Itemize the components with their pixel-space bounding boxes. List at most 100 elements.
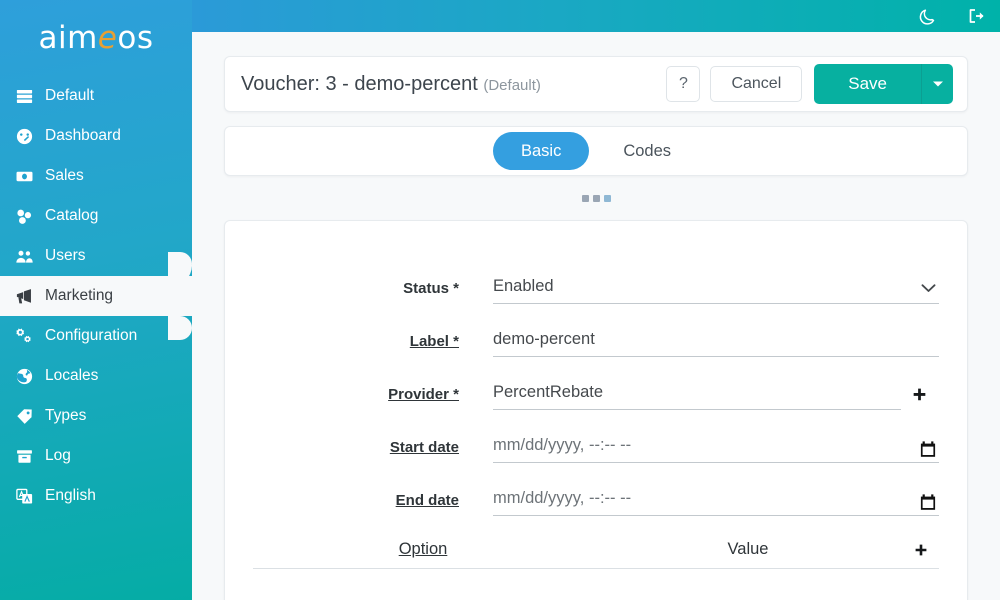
calendar-icon[interactable] xyxy=(919,493,937,511)
field-label-input[interactable]: demo-percent xyxy=(493,328,939,357)
add-option-button[interactable] xyxy=(903,543,939,559)
language-icon xyxy=(14,486,34,506)
sidebar-item-label: Types xyxy=(45,407,87,424)
users-icon xyxy=(15,250,33,263)
field-label: Provider * xyxy=(388,386,459,403)
column-header-option: Option xyxy=(398,540,448,558)
sidebar-item-marketing[interactable]: Marketing xyxy=(0,276,192,316)
cogs-icon xyxy=(14,326,34,346)
field-label: Label * xyxy=(409,333,459,350)
server-icon xyxy=(14,86,34,106)
tab-bar: Basic Codes xyxy=(224,126,968,176)
field-display-value: PercentRebate xyxy=(493,383,604,401)
field-provider-input[interactable]: PercentRebate xyxy=(493,381,901,410)
calendar-icon[interactable] xyxy=(919,440,937,458)
add-provider-button[interactable] xyxy=(901,387,937,410)
sidebar-item-label: English xyxy=(45,487,96,504)
cogs-icon xyxy=(15,328,31,342)
dot-3 xyxy=(603,194,611,202)
form-row: Label * demo-percent xyxy=(253,304,939,357)
dot-1 xyxy=(581,194,589,202)
globe-icon xyxy=(14,366,34,386)
tab-codes[interactable]: Codes xyxy=(595,132,699,170)
sidebar-item-label: Marketing xyxy=(45,287,114,304)
basic-form-panel: Status * Enabled Label * demo-percent Provid… xyxy=(224,220,968,600)
field-display-value: mm/dd/yyyy, --:-- -- xyxy=(493,436,632,454)
gauge-icon xyxy=(16,128,32,144)
sidebar-item-dashboard[interactable]: Dashboard xyxy=(0,116,192,156)
field-display-value: demo-percent xyxy=(493,330,595,348)
help-button[interactable]: ? xyxy=(666,66,701,102)
sidebar-item-catalog[interactable]: Catalog xyxy=(0,196,192,236)
sidebar-item-label: Default xyxy=(45,87,95,104)
column-header-value: Value xyxy=(727,540,769,558)
tag-icon xyxy=(16,408,32,424)
banknote-icon xyxy=(16,171,32,181)
sidebar-item-types[interactable]: Types xyxy=(0,396,192,436)
bullhorn-icon xyxy=(14,286,34,306)
field-label: Status * xyxy=(403,280,459,297)
loading-dots xyxy=(224,176,968,220)
field-display-value: Enabled xyxy=(493,277,554,295)
moon-icon[interactable] xyxy=(918,6,938,26)
banknote-icon xyxy=(14,166,34,186)
logout-icon[interactable] xyxy=(966,6,986,26)
save-dropdown-toggle[interactable] xyxy=(921,64,953,104)
page-title-suffix: (Default) xyxy=(483,76,541,94)
logo-text-e: e xyxy=(97,19,118,56)
sidebar-item-default[interactable]: Default xyxy=(0,76,192,116)
field-end-date-input[interactable]: mm/dd/yyyy, --:-- -- xyxy=(493,487,939,516)
form-row: Start date mm/dd/yyyy, --:-- -- xyxy=(253,410,939,463)
field-status-input[interactable]: Enabled xyxy=(493,275,939,304)
sidebar-item-label: Users xyxy=(45,247,86,264)
save-button-group: Save xyxy=(814,64,953,104)
main-content: Voucher: 3 - demo-percent (Default) ? Ca… xyxy=(192,32,1000,600)
bullhorn-icon xyxy=(16,288,31,303)
plus-icon xyxy=(915,544,927,556)
sidebar-item-sales[interactable]: Sales xyxy=(0,156,192,196)
sidebar-item-label: Dashboard xyxy=(45,127,121,144)
cubes-icon xyxy=(16,209,31,224)
page-title: Voucher: 3 - demo-percent (Default) xyxy=(241,73,666,96)
tab-basic[interactable]: Basic xyxy=(492,132,590,170)
logo-text-after: os xyxy=(117,19,154,56)
top-bar xyxy=(192,0,1000,32)
archive-icon xyxy=(14,446,34,466)
sidebar-item-configuration[interactable]: Configuration xyxy=(0,316,192,356)
sidebar-nav: Default Dashboard Sales Catalog Users Marketi… xyxy=(0,76,192,516)
sidebar-item-log[interactable]: Log xyxy=(0,436,192,476)
form-row: Provider * PercentRebate xyxy=(253,357,939,410)
sidebar-item-label: Sales xyxy=(45,167,84,184)
form-row: End date mm/dd/yyyy, --:-- -- xyxy=(253,463,939,516)
cubes-icon xyxy=(14,206,34,226)
sidebar-item-label: Locales xyxy=(45,367,99,384)
users-icon xyxy=(14,246,34,266)
form-row: Status * Enabled xyxy=(253,251,939,304)
plus-icon xyxy=(913,388,925,401)
gauge-icon xyxy=(14,126,34,146)
save-button[interactable]: Save xyxy=(814,64,921,104)
field-start-date-input[interactable]: mm/dd/yyyy, --:-- -- xyxy=(493,434,939,463)
sidebar-item-users[interactable]: Users xyxy=(0,236,192,276)
sidebar-item-label: Log xyxy=(45,447,71,464)
field-label: Start date xyxy=(389,439,459,456)
sidebar-item-locales[interactable]: Locales xyxy=(0,356,192,396)
page-title-text: Voucher: 3 - demo-percent xyxy=(241,72,478,95)
language-icon xyxy=(15,488,32,504)
archive-icon xyxy=(16,449,32,463)
dot-2 xyxy=(592,194,600,202)
app-logo[interactable]: aimeos xyxy=(0,0,192,72)
sidebar-item-label: Configuration xyxy=(45,327,138,344)
server-icon xyxy=(16,89,32,103)
sidebar: aimeos Default Dashboard Sales Catalog Users… xyxy=(0,0,192,600)
form-rows: Status * Enabled Label * demo-percent Provid… xyxy=(253,251,939,516)
caret-down-icon xyxy=(932,81,943,87)
tag-icon xyxy=(14,406,34,426)
field-label: End date xyxy=(395,492,459,509)
chevron-down-icon[interactable] xyxy=(919,281,937,295)
sidebar-item-english[interactable]: English xyxy=(0,476,192,516)
cancel-button[interactable]: Cancel xyxy=(710,66,803,102)
option-table-header: Option Value xyxy=(253,540,939,569)
logo-wordmark: aimeos xyxy=(38,19,154,56)
logo-text-before: aim xyxy=(38,19,98,56)
